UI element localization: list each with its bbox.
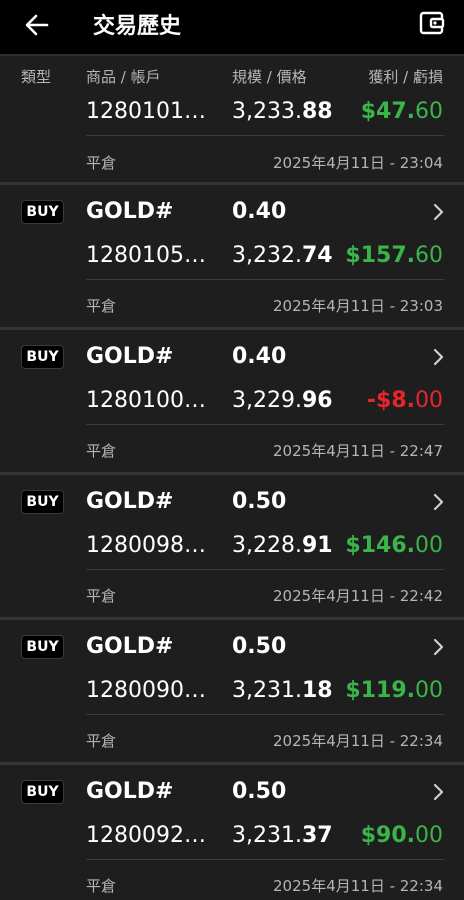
trade-type-badge: BUY: [21, 490, 64, 514]
close-price: 3,228.91: [232, 533, 333, 558]
status-label: 平倉: [86, 442, 117, 460]
trade-row[interactable]: BUY GOLD# 0.50 12800904… 3,231.18 $119.0…: [0, 620, 464, 765]
symbol: GOLD#: [86, 779, 174, 804]
ticket-number: 12800923…: [86, 823, 218, 848]
ticket-number: 12800904…: [86, 678, 218, 703]
row-divider: [86, 569, 444, 570]
trade-row[interactable]: BUY GOLD# 0.40 12801004… 3,229.96 -$8.00…: [0, 330, 464, 475]
chevron-right-icon[interactable]: [432, 203, 446, 221]
status-label: 平倉: [86, 154, 117, 172]
chevron-right-icon[interactable]: [432, 493, 446, 511]
trade-row[interactable]: BUY GOLD# 0.50 12800989… 3,228.91 $146.0…: [0, 475, 464, 620]
row-divider: [86, 859, 444, 860]
profit-amount: -$8.00: [366, 388, 443, 413]
ticket-number: 12800989…: [86, 533, 218, 558]
volume: 0.50: [232, 489, 287, 514]
close-datetime: 2025年4月11日 - 22:42: [273, 587, 443, 605]
top-app-bar: 交易歷史: [0, 0, 464, 56]
trade-type-badge: BUY: [21, 345, 64, 369]
ticket-number: 12801053…: [86, 243, 218, 268]
close-price: 3,233.88: [232, 99, 333, 124]
row-divider: [86, 714, 444, 715]
symbol: GOLD#: [86, 344, 174, 369]
symbol: GOLD#: [86, 634, 174, 659]
status-label: 平倉: [86, 877, 117, 895]
wallet-button[interactable]: [418, 9, 446, 37]
trade-type-badge: BUY: [21, 780, 64, 804]
status-label: 平倉: [86, 297, 117, 315]
back-button[interactable]: [22, 10, 52, 40]
wallet-icon: [419, 11, 445, 35]
status-label: 平倉: [86, 732, 117, 750]
profit-amount: $157.60: [345, 243, 443, 268]
volume: 0.40: [232, 344, 287, 369]
ticket-number: 12801016…: [86, 99, 218, 124]
ticket-number: 12801004…: [86, 388, 218, 413]
symbol: GOLD#: [86, 199, 174, 224]
trade-type-badge: BUY: [21, 635, 64, 659]
row-divider: [86, 424, 444, 425]
close-datetime: 2025年4月11日 - 23:03: [273, 297, 443, 315]
close-price: 3,231.18: [232, 678, 333, 703]
row-divider: [86, 279, 444, 280]
row-divider: [86, 135, 444, 136]
trade-row[interactable]: BUY GOLD# 0.50 12800923… 3,231.37 $90.00…: [0, 765, 464, 900]
close-datetime: 2025年4月11日 - 23:04: [273, 154, 443, 172]
profit-amount: $119.00: [345, 678, 443, 703]
profit-amount: $90.00: [360, 823, 443, 848]
volume: 0.50: [232, 779, 287, 804]
profit-amount: $146.00: [345, 533, 443, 558]
close-price: 3,231.37: [232, 823, 333, 848]
close-datetime: 2025年4月11日 - 22:34: [273, 877, 443, 895]
volume: 0.50: [232, 634, 287, 659]
close-datetime: 2025年4月11日 - 22:34: [273, 732, 443, 750]
trade-type-badge: BUY: [21, 200, 64, 224]
close-datetime: 2025年4月11日 - 22:47: [273, 442, 443, 460]
page-title: 交易歷史: [93, 14, 182, 39]
volume: 0.40: [232, 199, 287, 224]
close-price: 3,232.74: [232, 243, 333, 268]
chevron-right-icon[interactable]: [432, 348, 446, 366]
back-arrow-icon: [25, 14, 49, 36]
trade-row[interactable]: 12801016… 3,233.88 $47.60 平倉 2025年4月11日 …: [0, 55, 464, 185]
symbol: GOLD#: [86, 489, 174, 514]
chevron-right-icon[interactable]: [432, 638, 446, 656]
close-price: 3,229.96: [232, 388, 333, 413]
profit-amount: $47.60: [360, 99, 443, 124]
status-label: 平倉: [86, 587, 117, 605]
chevron-right-icon[interactable]: [432, 783, 446, 801]
trade-row[interactable]: BUY GOLD# 0.40 12801053… 3,232.74 $157.6…: [0, 185, 464, 330]
